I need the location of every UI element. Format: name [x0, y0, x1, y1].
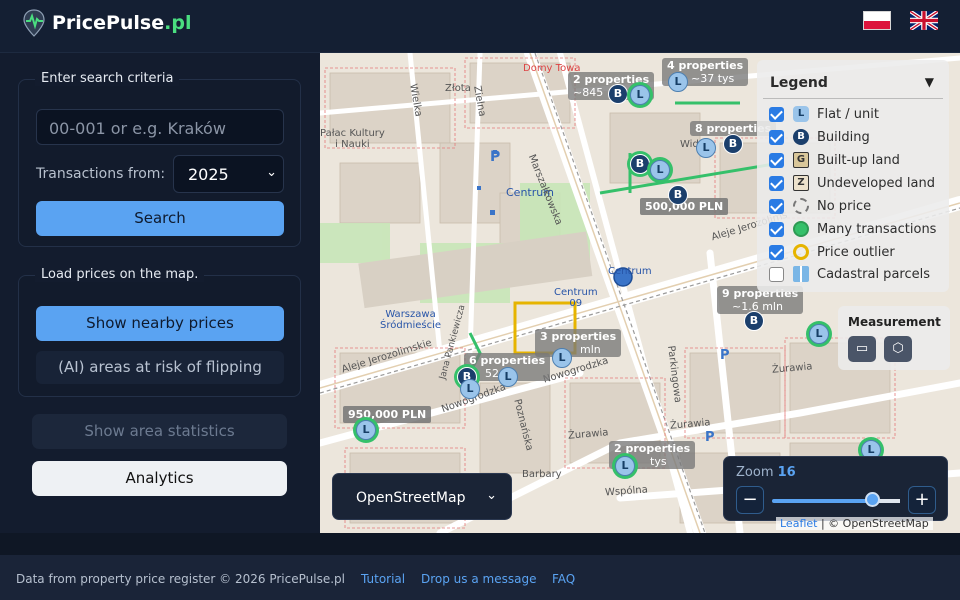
tutorial-link[interactable]: Tutorial	[361, 572, 405, 586]
map-label-centrum-09: Centrum 09	[554, 287, 598, 309]
legend-divider	[763, 98, 943, 99]
legend-item-no-price[interactable]: No price	[769, 197, 871, 215]
building-marker[interactable]: B	[630, 154, 650, 174]
faq-link[interactable]: FAQ	[552, 572, 575, 586]
tile-layer-select[interactable]: OpenStreetMap ⌄	[332, 473, 512, 520]
contact-link[interactable]: Drop us a message	[421, 572, 536, 586]
zoom-slider-rest	[878, 499, 900, 503]
footer-copyright: Data from property price register © 2026…	[16, 572, 345, 586]
legend-checkbox[interactable]	[769, 266, 784, 282]
year-select[interactable]: 2025 ⌄	[173, 155, 284, 193]
polish-flag-icon[interactable]	[863, 11, 891, 30]
legend-item-built-up-land[interactable]: G Built-up land	[769, 151, 900, 169]
show-area-statistics-button[interactable]: Show area statistics	[32, 414, 287, 449]
building-marker[interactable]: B	[723, 134, 743, 154]
many-transactions-icon	[793, 221, 809, 237]
zoom-control: Zoom 16 − +	[723, 456, 948, 521]
building-marker[interactable]: B	[744, 311, 764, 331]
map-label-warszawa-srodmiescie: Warszawa Śródmieście	[380, 309, 442, 331]
analytics-button[interactable]: Analytics	[32, 461, 287, 496]
map-label-palac-kultury: Pałac Kultury i Nauki	[320, 128, 385, 150]
flat-marker[interactable]: L	[460, 379, 480, 399]
flat-marker[interactable]: L	[696, 138, 716, 158]
load-prices-panel: Load prices on the map. Show nearby pric…	[18, 267, 301, 397]
uk-flag-icon[interactable]	[910, 11, 938, 30]
zoom-slider-handle[interactable]	[865, 492, 880, 507]
flat-marker[interactable]: L	[668, 72, 688, 92]
brand-name: PricePulse.pl	[52, 12, 192, 34]
map-label-zlota: Złota	[445, 83, 471, 94]
leaflet-link[interactable]: Leaflet	[780, 517, 817, 530]
legend-checkbox[interactable]	[769, 129, 784, 145]
zoom-label: Zoom 16	[736, 465, 796, 480]
footer-spacer	[0, 533, 960, 555]
measure-area-button[interactable]: ⬡	[884, 336, 912, 362]
zoom-value: 16	[777, 465, 796, 480]
building-icon: B	[793, 129, 809, 145]
legend-checkbox[interactable]	[769, 221, 784, 237]
price-outlier-icon	[793, 244, 809, 260]
top-bar: PricePulse.pl	[0, 0, 960, 53]
flat-marker[interactable]: L	[630, 85, 650, 105]
search-input[interactable]: 00-001 or e.g. Kraków	[36, 109, 284, 145]
flat-icon: L	[793, 106, 809, 122]
undeveloped-land-icon: Z	[793, 175, 809, 191]
legend-item-many-transactions[interactable]: Many transactions	[769, 220, 936, 238]
flat-marker[interactable]: L	[356, 420, 376, 440]
legend-checkbox[interactable]	[769, 244, 784, 260]
legend-item-building[interactable]: B Building	[769, 128, 870, 146]
legend-item-flat[interactable]: L Flat / unit	[769, 105, 879, 123]
zoom-out-button[interactable]: −	[736, 486, 764, 514]
flat-marker[interactable]: L	[615, 456, 635, 476]
legend-checkbox[interactable]	[769, 175, 784, 191]
legend-title: Legend	[770, 75, 828, 91]
legend-checkbox[interactable]	[769, 106, 784, 122]
legend-checkbox[interactable]	[769, 152, 784, 168]
search-panel: Enter search criteria 00-001 or e.g. Kra…	[18, 71, 301, 247]
ruler-icon: ▭	[855, 341, 869, 356]
building-marker[interactable]: B	[668, 185, 688, 205]
zoom-in-button[interactable]: +	[908, 486, 936, 514]
map-label-barbary: Barbary	[522, 469, 562, 480]
building-marker[interactable]: B	[608, 84, 628, 104]
transactions-from-label: Transactions from:	[36, 166, 166, 182]
show-nearby-prices-button[interactable]: Show nearby prices	[36, 306, 284, 341]
search-panel-title: Enter search criteria	[35, 71, 180, 86]
logo[interactable]: PricePulse.pl	[22, 9, 191, 37]
svg-text:P: P	[705, 430, 715, 445]
flat-marker[interactable]: L	[498, 367, 518, 387]
legend-item-price-outlier[interactable]: Price outlier	[769, 243, 895, 261]
chevron-down-icon: ⌄	[486, 488, 497, 503]
built-up-land-icon: G	[793, 152, 809, 168]
flat-marker[interactable]: L	[650, 160, 670, 180]
ai-flipping-areas-button[interactable]: (AI) areas at risk of flipping	[36, 351, 284, 384]
price-label[interactable]: 950,000 PLN	[343, 406, 432, 423]
legend-item-cadastral-parcels[interactable]: Cadastral parcels	[769, 265, 930, 283]
map-attribution: Leaflet | © OpenStreetMap	[776, 517, 933, 530]
measure-distance-button[interactable]: ▭	[848, 336, 876, 362]
flat-marker[interactable]: L	[552, 348, 572, 368]
legend-checkbox[interactable]	[769, 198, 784, 214]
measurement-title: Measurement	[848, 315, 941, 329]
collapse-legend-icon[interactable]: ▼	[925, 75, 934, 89]
svg-text:P: P	[490, 149, 500, 165]
cadastral-parcels-icon	[793, 266, 809, 282]
measurement-panel: Measurement ▭ ⬡	[838, 306, 950, 370]
no-price-icon	[793, 198, 809, 214]
map-label-centrum-station: Centrum	[608, 266, 652, 277]
map-legend: Legend ▼ L Flat / unit B Building G Built-u…	[757, 60, 949, 292]
legend-item-undeveloped-land[interactable]: Z Undeveloped land	[769, 174, 935, 192]
chevron-down-icon: ⌄	[266, 165, 277, 180]
svg-text:P: P	[720, 348, 730, 363]
osm-link[interactable]: OpenStreetMap	[843, 517, 929, 530]
load-prices-title: Load prices on the map.	[35, 267, 205, 282]
polygon-icon: ⬡	[892, 341, 904, 356]
flat-marker[interactable]: L	[809, 324, 829, 344]
logo-pulse-icon	[23, 9, 45, 37]
footer: Data from property price register © 2026…	[0, 555, 960, 600]
search-button[interactable]: Search	[36, 201, 284, 236]
